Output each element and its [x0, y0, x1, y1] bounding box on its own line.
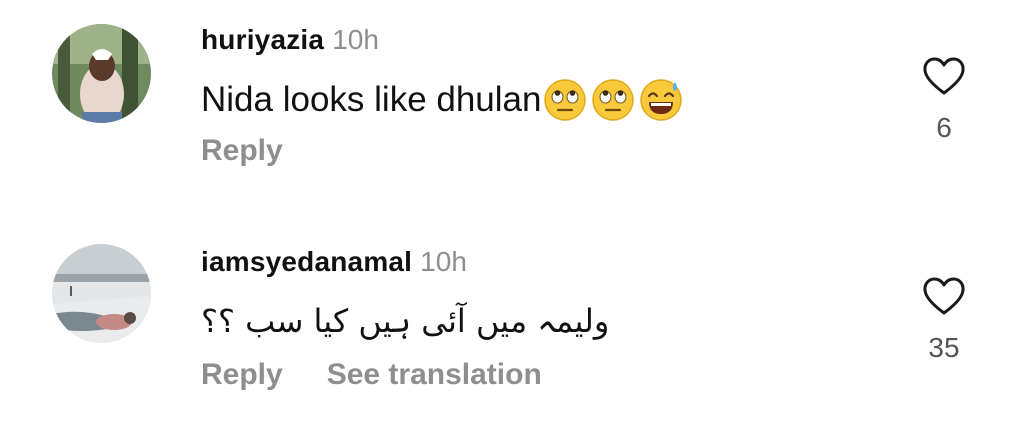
comment-header: huriyazia 10h — [201, 24, 379, 56]
heart-outline-icon[interactable] — [922, 276, 966, 316]
timestamp: 10h — [332, 24, 379, 55]
grinning-face-with-sweat-emoji — [639, 78, 683, 122]
reply-button[interactable]: Reply — [201, 358, 283, 391]
reply-button[interactable]: Reply — [201, 134, 283, 167]
comment-item: huriyazia 10h Nida looks like dhulan Rep… — [0, 0, 1024, 214]
avatar[interactable] — [52, 244, 151, 343]
face-with-rolling-eyes-emoji — [591, 78, 635, 122]
see-translation-button[interactable]: See translation — [327, 358, 542, 391]
timestamp: 10h — [420, 246, 467, 277]
comment-item: iamsyedanamal 10h ولیمہ میں آئی ہیں کیا س… — [0, 214, 1024, 427]
comment-actions: Reply See translation — [201, 358, 542, 392]
like-area: 35 — [916, 276, 972, 364]
like-area: 6 — [916, 56, 972, 144]
avatar[interactable] — [52, 24, 151, 123]
comment-actions: Reply — [201, 134, 283, 168]
comment-header: iamsyedanamal 10h — [201, 246, 467, 278]
comment-text: ولیمہ میں آئی ہیں کیا سب ؟؟ — [201, 302, 609, 340]
comment-text-content: ولیمہ میں آئی ہیں کیا سب ؟؟ — [201, 302, 610, 340]
username-link[interactable]: iamsyedanamal — [201, 246, 412, 277]
emoji-group — [543, 78, 687, 122]
heart-outline-icon[interactable] — [922, 56, 966, 96]
like-count: 35 — [928, 332, 960, 363]
face-with-rolling-eyes-emoji — [543, 78, 587, 122]
username-link[interactable]: huriyazia — [201, 24, 324, 55]
like-count: 6 — [936, 112, 952, 143]
comment-text-content: Nida looks like dhulan — [201, 80, 542, 119]
comment-text: Nida looks like dhulan — [201, 78, 687, 122]
